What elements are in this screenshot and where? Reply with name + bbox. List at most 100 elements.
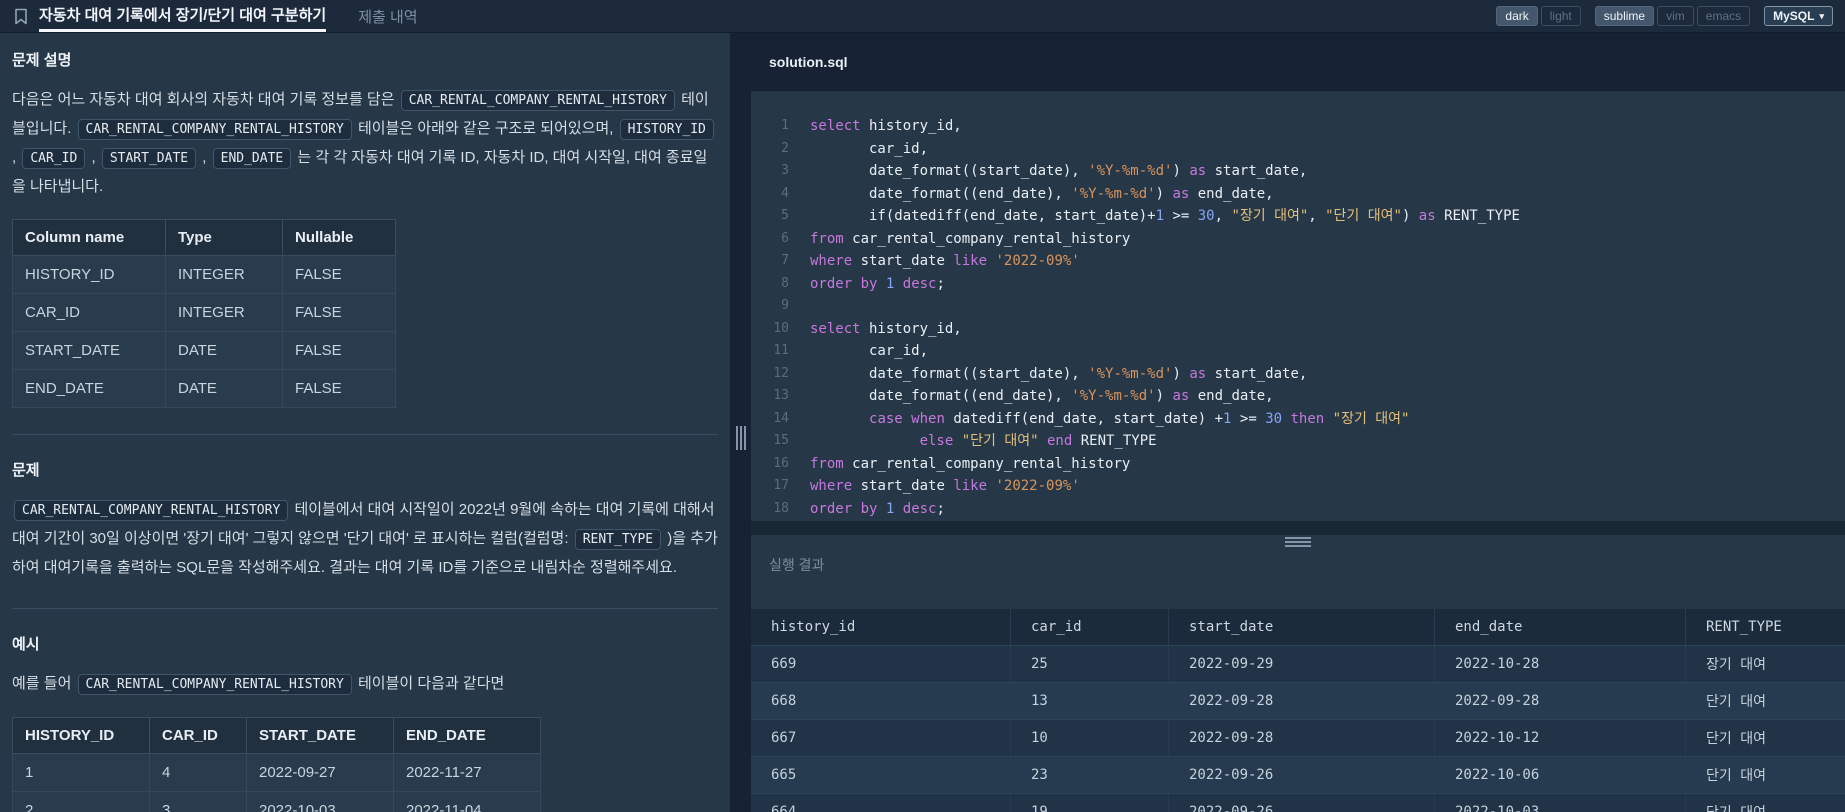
line-number: 17 (773, 478, 789, 493)
code-line-content: if(datediff(end_date, start_date)+1 >= 3… (810, 208, 1520, 224)
table-row: START_DATE DATE FALSE (12, 331, 396, 370)
table-cell: INTEGER (165, 293, 283, 332)
table-cell: DATE (165, 369, 283, 408)
code-line-content: date_format((start_date), '%Y-%m-%d') as… (810, 163, 1308, 179)
panel-splitter[interactable] (730, 33, 751, 812)
bookmark-icon[interactable] (0, 0, 39, 32)
problem-panel[interactable]: 문제 설명 다음은 어느 자동차 대여 회사의 자동차 대여 기록 정보를 담은… (0, 33, 730, 812)
language-select[interactable]: MySQL ▾ (1764, 6, 1833, 26)
code-line: 11 car_id, (751, 340, 1845, 363)
section-divider (12, 608, 718, 609)
keymap-emacs-button[interactable]: emacs (1696, 6, 1751, 26)
editor-hscrollbar[interactable] (751, 521, 1845, 535)
table-cell: 13 (1010, 682, 1169, 720)
chevron-down-icon: ▾ (1819, 10, 1824, 21)
results-splitter[interactable] (751, 535, 1845, 549)
code-line: 12 date_format((start_date), '%Y-%m-%d')… (751, 363, 1845, 386)
column-header: RENT_TYPE (1685, 609, 1845, 646)
line-number: 6 (781, 230, 789, 246)
section-heading-example: 예시 (12, 636, 40, 653)
table-cell: 3 (149, 791, 247, 812)
table-cell: 19 (1010, 793, 1169, 812)
table-row: 669 25 2022-09-29 2022-10-28 장기 대여 (751, 645, 1845, 683)
code-line-content: from car_rental_company_rental_history (810, 230, 1131, 247)
code-line: 17 where start_date like '2022-09%' (751, 475, 1845, 498)
line-number: 15 (773, 433, 789, 448)
code-line: 8 order by 1 desc; (751, 273, 1845, 296)
table-row: CAR_ID INTEGER FALSE (12, 293, 396, 332)
table-cell: 단기 대여 (1685, 682, 1845, 720)
table-cell: FALSE (282, 255, 396, 294)
results-label: 실행 결과 (769, 557, 825, 573)
table-cell: INTEGER (165, 255, 283, 294)
theme-dark-button[interactable]: dark (1496, 6, 1538, 26)
code-line-content: order by 1 desc; (810, 500, 945, 517)
line-number: 5 (781, 208, 789, 223)
table-cell: 단기 대여 (1685, 719, 1845, 757)
column-header: start_date (1168, 609, 1435, 646)
example-table: HISTORY_ID CAR_ID START_DATE END_DATE 1 4 202… (12, 717, 541, 812)
table-cell: FALSE (282, 331, 396, 370)
theme-light-button[interactable]: light (1540, 6, 1581, 26)
table-row: 665 23 2022-09-26 2022-10-06 단기 대여 (751, 756, 1845, 794)
table-cell: HISTORY_ID (12, 255, 166, 294)
example-intro-text: 예를 들어 CAR_RENTAL_COMPANY_RENTAL_HISTORY … (12, 670, 718, 699)
code-line: 2 car_id, (751, 138, 1845, 161)
code-line: 14 case when datediff(end_date, start_da… (751, 408, 1845, 431)
inline-code-chip: RENT_TYPE (574, 529, 662, 550)
table-cell: START_DATE (12, 331, 166, 370)
column-header: end_date (1434, 609, 1686, 646)
code-line-content: car_id, (810, 140, 929, 157)
code-line: 7 where start_date like '2022-09%' (751, 250, 1845, 273)
code-line-content: select history_id, (810, 118, 962, 134)
code-line-content: case when datediff(end_date, start_date)… (869, 410, 1410, 427)
table-cell: 669 (751, 645, 1011, 683)
splitter-grip-icon (735, 426, 746, 451)
table-row: 664192022-09-262022-10-03단기 대여 (751, 793, 1845, 812)
table-cell: DATE (165, 331, 283, 370)
problem-description-text: 다음은 어느 자동차 대여 회사의 자동차 대여 기록 정보를 담은 CAR_R… (12, 86, 718, 201)
table-cell: FALSE (282, 369, 396, 408)
table-header-row: Column name Type Nullable (12, 219, 396, 256)
table-cell: 2022-09-27 (246, 753, 394, 792)
table-cell: 2022-09-26 (1168, 756, 1435, 794)
line-number: 13 (773, 388, 789, 403)
table-row: 668 13 2022-09-28 2022-09-28 단기 대여 (751, 682, 1845, 720)
code-line-content: car_id, (810, 343, 929, 359)
code-line: 6 from car_rental_company_rental_history (751, 228, 1845, 251)
code-line: 15 else "단기 대여" end RENT_TYPE (751, 430, 1845, 453)
column-header: Type (165, 219, 283, 256)
table-header-row: history_id car_id start_date end_date RENT_T… (751, 609, 1845, 646)
column-header: Nullable (282, 219, 396, 256)
section-divider (12, 434, 718, 435)
tab-problem[interactable]: 자동차 대여 기록에서 장기/단기 대여 구분하기 (39, 0, 327, 32)
code-line-content: order by 1 desc; (810, 275, 945, 292)
table-cell: 2022-10-03 (246, 791, 394, 812)
code-line: 13 date_format((end_date), '%Y-%m-%d') a… (751, 385, 1845, 408)
code-line-content: else "단기 대여" end RENT_TYPE (919, 433, 1157, 449)
table-cell: 단기 대여 (1685, 756, 1845, 794)
line-number: 9 (781, 298, 789, 313)
table-cell: CAR_ID (12, 293, 166, 332)
table-cell: 장기 대여 (1685, 645, 1845, 683)
inline-code-chip: END_DATE (212, 148, 292, 169)
table-row: 1 4 2022-09-27 2022-11-27 (12, 753, 541, 792)
code-line: 5 if(datediff(end_date, start_date)+1 >=… (751, 205, 1845, 228)
results-table: history_id car_id start_date end_date RENT_T… (751, 609, 1845, 812)
code-line: 18 order by 1 desc; (751, 498, 1845, 521)
tab-submissions[interactable]: 제출 내역 (358, 0, 417, 32)
keymap-sublime-button[interactable]: sublime (1594, 6, 1655, 26)
code-editor[interactable]: 1 select history_id, 2 car_id, 3 date_forma… (751, 91, 1845, 521)
table-cell: 2022-10-12 (1434, 719, 1686, 757)
table-cell: 2022-11-27 (393, 753, 541, 792)
problem-title: 자동차 대여 기록에서 장기/단기 대여 구분하기 (39, 7, 327, 24)
code-line-content: where start_date like '2022-09%' (810, 478, 1080, 494)
column-header: Column name (12, 219, 166, 256)
table-row: END_DATE DATE FALSE (12, 369, 396, 408)
line-number: 10 (773, 320, 789, 336)
keymap-vim-button[interactable]: vim (1657, 6, 1694, 26)
table-cell: 1 (12, 753, 150, 792)
table-cell: 665 (751, 756, 1011, 794)
bookmark-icon-glyph (15, 8, 27, 24)
table-cell: 2022-09-28 (1168, 682, 1435, 720)
